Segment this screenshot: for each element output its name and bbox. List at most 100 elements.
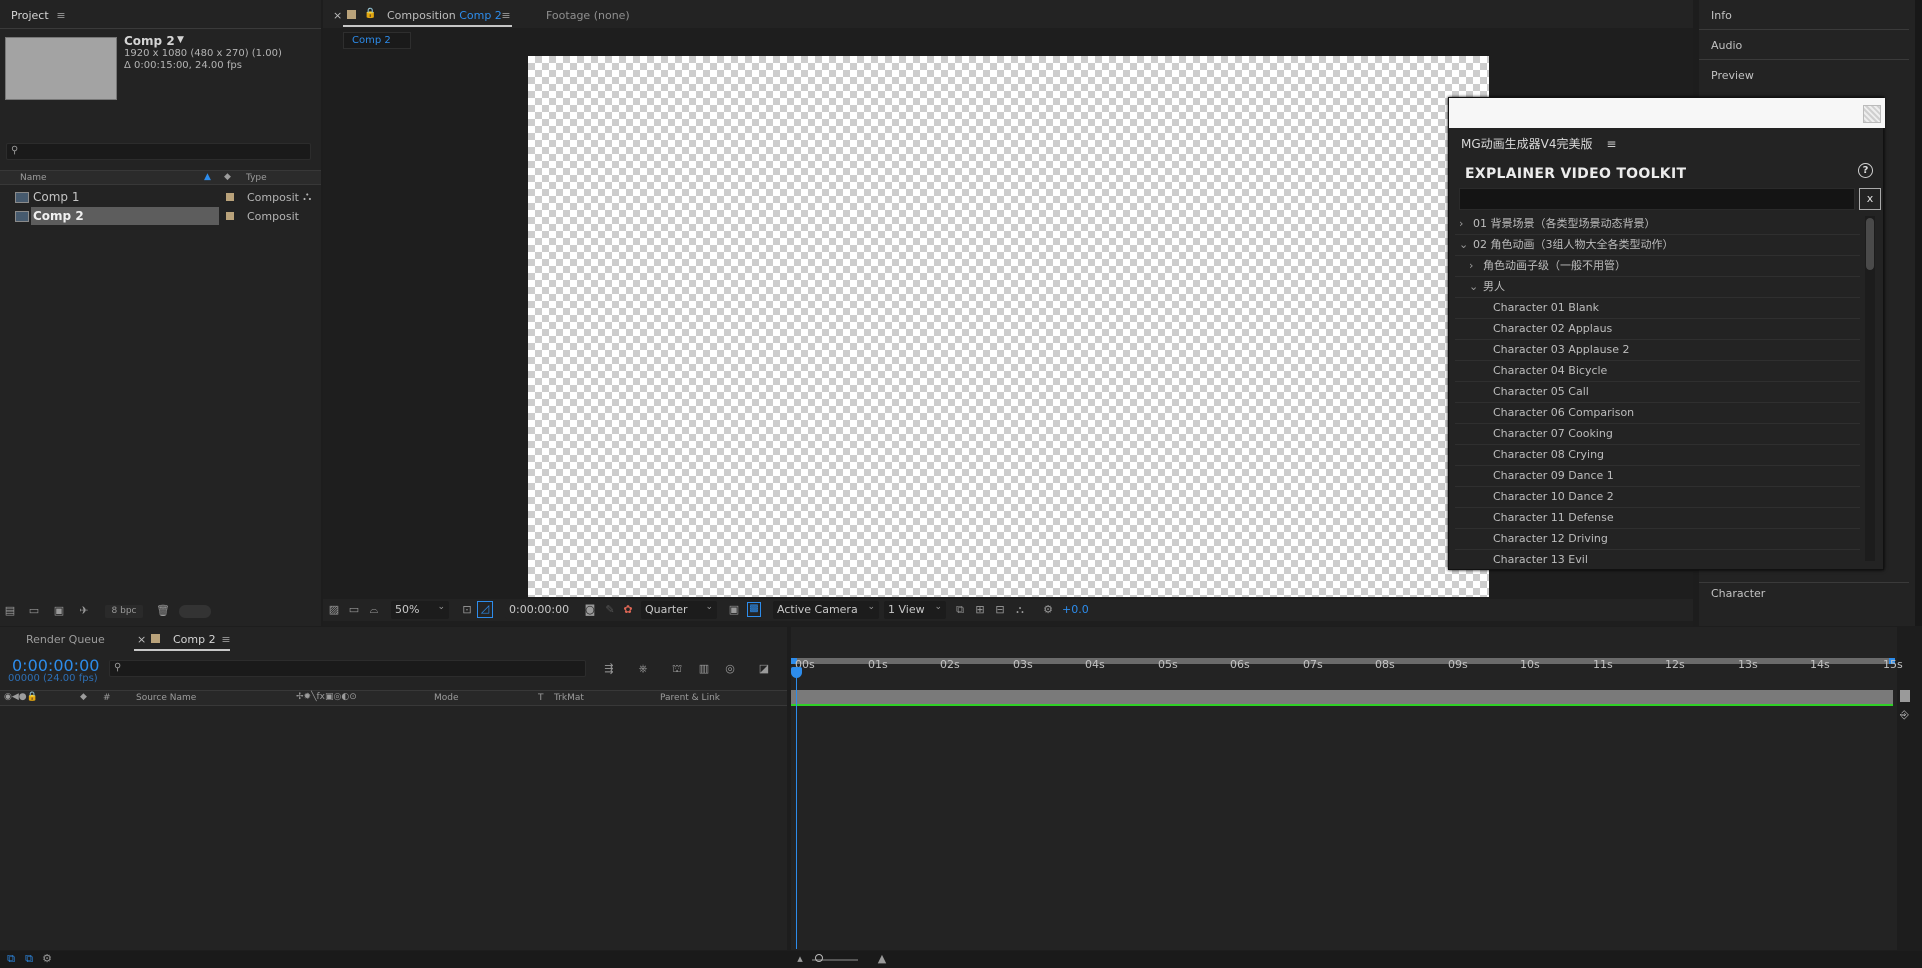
toolkit-category-item[interactable]: › 01 背景场景（各类型场景动态背景） bbox=[1455, 214, 1860, 235]
draft-3d-icon[interactable]: ⎈ bbox=[636, 663, 650, 675]
comp-mini-flowchart-icon[interactable]: ⇶ bbox=[602, 663, 616, 675]
layer-switches-icons[interactable]: ✢✹╲fx▣◎◐⊙ bbox=[296, 692, 357, 702]
toolkit-close-box[interactable] bbox=[1863, 105, 1881, 123]
toolkit-search-input[interactable] bbox=[1459, 188, 1855, 210]
toolkit-preset-item[interactable]: Character 04 Bicycle bbox=[1455, 361, 1860, 382]
toolkit-preset-item[interactable]: Character 10 Dance 2 bbox=[1455, 487, 1860, 508]
vr-goggles-icon[interactable]: ⌓ bbox=[367, 604, 381, 616]
info-panel-tab[interactable]: Info bbox=[1711, 9, 1732, 22]
graph-editor-icon[interactable]: ◪ bbox=[757, 663, 771, 675]
toolkit-menu-icon[interactable]: ≡ bbox=[1606, 137, 1616, 151]
label-color-swatch[interactable] bbox=[226, 212, 234, 220]
sort-ascending-icon[interactable]: ▲ bbox=[204, 172, 211, 182]
interpret-footage-icon[interactable]: ▤ bbox=[3, 605, 17, 617]
comp-info-dropdown-icon[interactable]: ▼ bbox=[177, 35, 184, 45]
toolkit-category-item[interactable]: ⌄ 男人 bbox=[1455, 277, 1860, 298]
flowchart-icon[interactable]: ⛬ bbox=[1013, 604, 1027, 616]
zoom-slider-handle[interactable] bbox=[815, 954, 823, 962]
timeline-link-icon[interactable]: ⊟ bbox=[993, 604, 1007, 616]
toolkit-preset-item[interactable]: Character 12 Driving bbox=[1455, 529, 1860, 550]
toolkit-category-item[interactable]: › 角色动画子级（一般不用管） bbox=[1455, 256, 1860, 277]
project-item-comp-1[interactable]: Comp 1 Composit ⛬ bbox=[0, 188, 321, 207]
toolkit-preset-item[interactable]: Character 01 Blank bbox=[1455, 298, 1860, 319]
col-mode[interactable]: Mode bbox=[434, 693, 459, 703]
label-color-swatch[interactable] bbox=[226, 193, 234, 201]
toolkit-preset-item[interactable]: Character 09 Dance 1 bbox=[1455, 466, 1860, 487]
toolkit-preset-item[interactable]: Character 06 Comparison bbox=[1455, 403, 1860, 424]
fit-frame-icon[interactable]: ⊡ bbox=[460, 604, 474, 616]
snapshot-camera-icon[interactable]: ◙ bbox=[583, 604, 597, 616]
project-menu-icon[interactable]: ≡ bbox=[54, 10, 68, 22]
frame-blending-icon[interactable]: ▥ bbox=[697, 663, 711, 675]
in-out-pane-icon[interactable]: ⚙ bbox=[40, 953, 54, 965]
toggle-mask-icon[interactable]: ◿ bbox=[477, 601, 493, 618]
col-source-name[interactable]: Source Name bbox=[136, 693, 196, 703]
render-queue-tab[interactable]: Render Queue bbox=[26, 633, 105, 646]
close-tab-icon[interactable]: × bbox=[137, 633, 146, 646]
render-icon[interactable]: ✈ bbox=[77, 605, 91, 617]
always-preview-icon[interactable]: ▨ bbox=[327, 604, 341, 616]
toolkit-preset-item[interactable]: Character 08 Crying bbox=[1455, 445, 1860, 466]
toolkit-category-item[interactable]: ⌄ 02 角色动画（3组人物大全各类型动作） bbox=[1455, 235, 1860, 256]
scrollbar-thumb[interactable] bbox=[1866, 218, 1874, 270]
monitor-icon[interactable]: ▭ bbox=[347, 604, 361, 616]
fast-previews-icon[interactable]: ⊞ bbox=[973, 604, 987, 616]
work-area-bar[interactable] bbox=[791, 690, 1893, 705]
footage-tab[interactable]: Footage (none) bbox=[546, 9, 630, 22]
comp-marker-bin[interactable] bbox=[1900, 690, 1910, 702]
composition-tab-label[interactable]: Composition Comp 2 bbox=[387, 9, 502, 22]
toolkit-preset-item[interactable]: Character 02 Applaus bbox=[1455, 319, 1860, 340]
col-name[interactable]: Name bbox=[20, 173, 47, 183]
clear-search-button[interactable]: x bbox=[1859, 188, 1881, 210]
layer-switches-pane-icon[interactable]: ⧉ bbox=[4, 953, 18, 965]
layer-search-input[interactable]: ⚲ bbox=[109, 660, 586, 677]
toolkit-titlebar[interactable] bbox=[1449, 98, 1885, 128]
toolkit-preset-item[interactable]: Character 07 Cooking bbox=[1455, 424, 1860, 445]
toolkit-scrollbar[interactable] bbox=[1865, 216, 1875, 561]
character-panel-tab[interactable]: Character bbox=[1711, 587, 1765, 600]
color-channels-icon[interactable]: ✿ bbox=[621, 604, 635, 616]
chevron-right-icon[interactable]: › bbox=[1459, 214, 1463, 234]
new-composition-icon[interactable]: ▣ bbox=[52, 605, 66, 617]
current-time-indicator[interactable] bbox=[796, 674, 797, 949]
project-item-comp-2[interactable]: Comp 2 Composit bbox=[0, 207, 321, 226]
toolkit-preset-item[interactable]: Character 05 Call bbox=[1455, 382, 1860, 403]
motion-blur-icon[interactable]: ◎ bbox=[723, 663, 737, 675]
zoom-out-icon[interactable]: ▴ bbox=[793, 953, 807, 965]
time-ruler[interactable]: 00s 01s 02s 03s 04s 05s 06s 07s 08s 09s 10s 11s 12s 1… bbox=[791, 658, 1903, 676]
new-folder-icon[interactable]: ▭ bbox=[27, 605, 41, 617]
zoom-dropdown[interactable]: 50% ⌄ bbox=[391, 601, 449, 619]
comp-button-icon[interactable]: ⎆ bbox=[1900, 708, 1909, 722]
exposure-value[interactable]: +0.0 bbox=[1062, 603, 1089, 616]
comp-canvas-transparency-grid[interactable] bbox=[528, 56, 1489, 597]
close-tab-icon[interactable]: × bbox=[333, 9, 342, 22]
toolkit-preset-item[interactable]: Character 11 Defense bbox=[1455, 508, 1860, 529]
help-icon[interactable]: ? bbox=[1858, 163, 1873, 178]
chevron-right-icon[interactable]: › bbox=[1469, 256, 1473, 276]
col-type[interactable]: Type bbox=[246, 173, 267, 183]
label-column-icon[interactable]: ◆ bbox=[224, 172, 231, 182]
panel-menu-icon[interactable]: ≡ bbox=[499, 10, 513, 22]
transparency-grid-toggle[interactable]: ▩ bbox=[747, 602, 761, 617]
chevron-down-icon[interactable]: ⌄ bbox=[1469, 277, 1478, 297]
preview-panel-tab[interactable]: Preview bbox=[1711, 69, 1754, 82]
toolkit-preset-item[interactable]: Character 13 Evil bbox=[1455, 550, 1860, 564]
label-column-icon[interactable]: ◆ bbox=[80, 692, 87, 702]
resolution-dropdown[interactable]: Quarter ⌄ bbox=[641, 601, 717, 619]
hide-shy-layers-icon[interactable]: ⛫ bbox=[670, 663, 684, 675]
zoom-in-icon[interactable]: ▲ bbox=[875, 953, 889, 965]
toggle-pixel-aspect-icon[interactable]: ⧉ bbox=[953, 604, 967, 616]
lock-icon[interactable]: 🔒 bbox=[364, 8, 376, 19]
camera-view-dropdown[interactable]: Active Camera ⌄ bbox=[773, 601, 879, 619]
view-layout-dropdown[interactable]: 1 View ⌄ bbox=[884, 601, 946, 619]
col-parent-link[interactable]: Parent & Link bbox=[660, 693, 720, 703]
bit-depth-button[interactable]: 8 bpc bbox=[105, 605, 143, 618]
av-switches-icons[interactable]: ◉◀●🔒 bbox=[4, 692, 38, 702]
thumbnail-transparency-toggle[interactable] bbox=[179, 605, 211, 618]
region-of-interest-icon[interactable]: ▣ bbox=[727, 604, 741, 616]
project-search-input[interactable]: ⚲ bbox=[6, 143, 311, 160]
panel-menu-icon[interactable]: ≡ bbox=[219, 634, 233, 646]
audio-panel-tab[interactable]: Audio bbox=[1711, 39, 1742, 52]
project-tab[interactable]: Project bbox=[11, 9, 49, 22]
reset-exposure-icon[interactable]: ⚙ bbox=[1041, 604, 1055, 616]
